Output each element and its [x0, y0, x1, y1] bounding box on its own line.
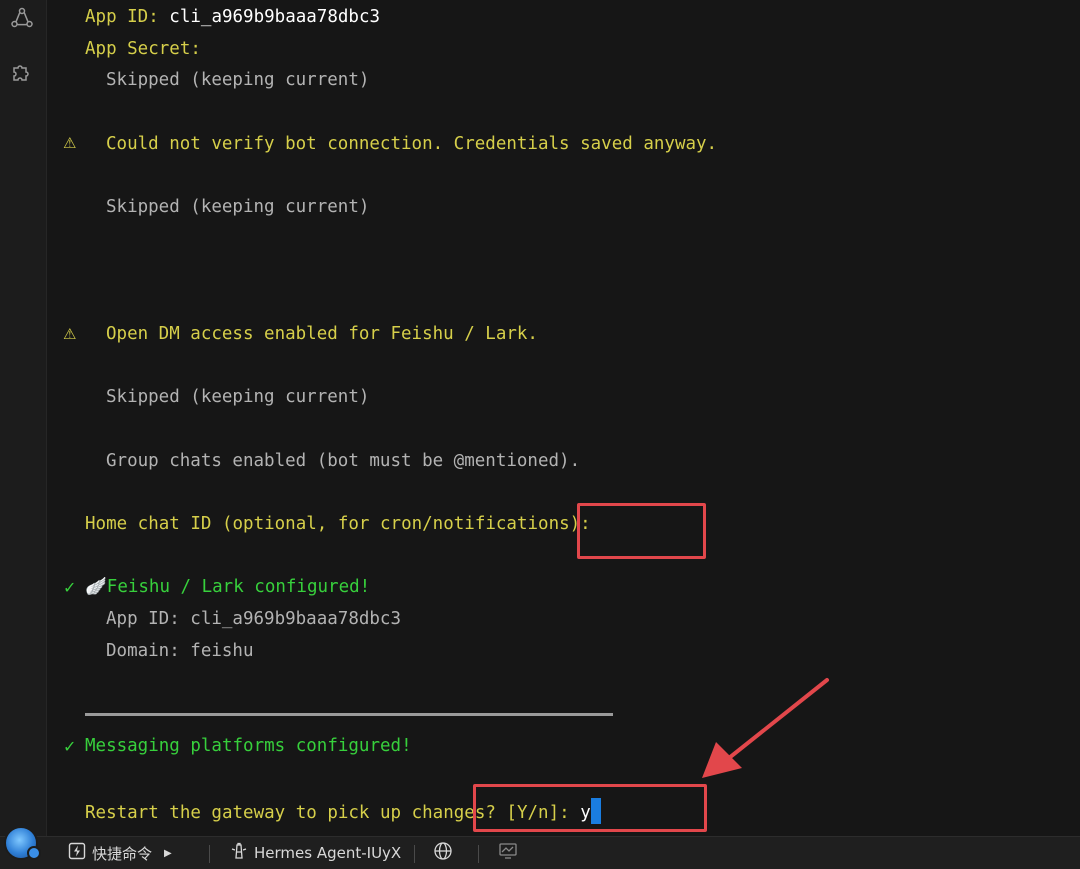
app-id-value: cli_a969b9baaa78dbc3 — [169, 7, 381, 27]
monitor-button[interactable] — [498, 837, 518, 869]
messaging-configured-line: Messaging platforms configured! — [85, 736, 412, 756]
terminal-output[interactable]: App ID: cli_a969b9baaa78dbc3 App Secret:… — [47, 0, 1080, 836]
skipped-line-3: Skipped (keeping current) — [106, 387, 370, 407]
skipped-line-2: Skipped (keeping current) — [106, 197, 370, 217]
warning-verify-text: Could not verify bot connection. Credent… — [106, 134, 718, 154]
session-label: Hermes Agent-IUyX — [254, 844, 402, 862]
globe-button[interactable] — [433, 837, 453, 869]
warning-dm-text: Open DM access enabled for Feishu / Lark… — [106, 324, 538, 344]
app-id-line: App ID: cli_a969b9baaa78dbc3 — [85, 6, 380, 28]
left-sidebar — [0, 0, 47, 836]
avatar-badge — [27, 846, 41, 860]
group-chats-line: Group chats enabled (bot must be @mentio… — [106, 451, 581, 471]
quick-commands-label: 快捷命令 — [92, 844, 153, 863]
quick-commands-button[interactable]: 快捷命令 ▶ — [68, 837, 172, 869]
feishu-configured-line: 🪽Feishu / Lark configured! — [85, 577, 371, 597]
monitor-chart-icon — [498, 841, 518, 865]
puzzle-plugin-icon[interactable] — [10, 60, 34, 84]
separator — [478, 845, 479, 863]
section-divider — [85, 713, 613, 716]
globe-icon — [433, 841, 453, 865]
lightning-icon — [68, 842, 86, 864]
separator — [209, 845, 210, 863]
check-icon: ✓ — [63, 578, 77, 597]
check-icon: ✓ — [63, 737, 77, 756]
separator — [414, 845, 415, 863]
status-bar: 快捷命令 ▶ Hermes Agent-IUyX — [0, 836, 1080, 869]
home-chat-prompt: Home chat ID (optional, for cron/notific… — [85, 514, 591, 534]
warning-icon: ⚠ — [63, 134, 77, 152]
lighthouse-icon — [230, 842, 248, 864]
caret-right-icon: ▶ — [164, 847, 172, 859]
warning-icon: ⚠ — [63, 325, 77, 343]
app-secret-label: App Secret: — [85, 39, 201, 59]
session-tab[interactable]: Hermes Agent-IUyX — [230, 837, 401, 869]
detail-app-id: App ID: cli_a969b9baaa78dbc3 — [106, 609, 402, 629]
detail-domain: Domain: feishu — [106, 641, 254, 661]
app-id-label: App ID: — [85, 7, 170, 27]
highlight-box-home-chat — [577, 503, 706, 559]
annotation-arrow — [702, 678, 829, 778]
share-network-icon[interactable] — [10, 6, 34, 30]
skipped-line-1: Skipped (keeping current) — [106, 70, 370, 90]
highlight-box-restart — [473, 784, 707, 832]
